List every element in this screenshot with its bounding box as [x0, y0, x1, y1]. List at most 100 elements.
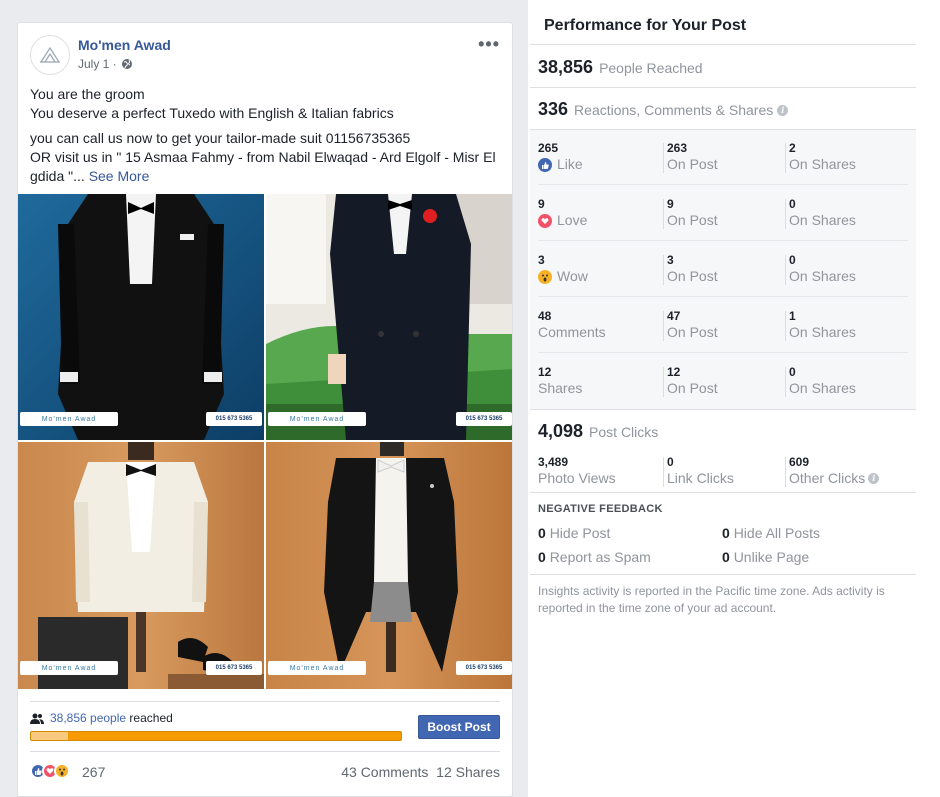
photo-phone-badge: 015 673 5365	[456, 412, 512, 426]
breakdown-row-comments: 48 Comments 47 On Post 1 On Shares	[538, 297, 908, 353]
panel-title: Performance for Your Post	[544, 17, 747, 34]
post-photo-1[interactable]: Mo'men Awad 015 673 5365	[18, 194, 264, 440]
post-date[interactable]: July 1 ·	[78, 57, 117, 71]
reach-progress-organic	[31, 732, 68, 740]
breakdown-total: 48 Comments	[538, 309, 606, 341]
photo-watermark: Mo'men Awad	[268, 661, 366, 675]
on-post-label: On Post	[667, 156, 718, 172]
wow-icon	[538, 269, 552, 284]
breakdown-total-number: 9	[538, 197, 545, 211]
brand-logo-icon	[39, 46, 61, 63]
engagement-label-wrap: Reactions, Comments & Shares i	[574, 102, 789, 118]
other-clicks: 609 Other Clicks i	[789, 455, 880, 487]
breakdown-label: Wow	[557, 268, 588, 284]
breakdown-on-post: 9 On Post	[667, 197, 718, 229]
comments-shares: 43 Comments 12 Shares	[341, 764, 500, 780]
breakdown-label-wrap: Wow	[538, 268, 588, 285]
comments-count-link[interactable]: 43 Comments	[341, 764, 428, 780]
breakdown-label-wrap: Like	[538, 156, 583, 173]
post-footer: 267 43 Comments 12 Shares	[30, 763, 500, 783]
on-post-number: 263	[667, 141, 688, 155]
love-icon	[538, 213, 552, 228]
breakdown-on-shares: 2 On Shares	[789, 141, 856, 173]
people-reached-link[interactable]: 38,856 people	[50, 711, 126, 725]
people-icon	[30, 713, 44, 724]
post-photo-3[interactable]: Mo'men Awad 015 673 5365	[18, 442, 264, 689]
reaction-count[interactable]: 267	[82, 764, 105, 780]
insights-footnote: Insights activity is reported in the Pac…	[538, 584, 885, 615]
boost-post-button[interactable]: Boost Post	[418, 715, 500, 739]
post-meta: July 1 ·	[78, 57, 133, 71]
hide-all-number: 0	[722, 525, 730, 541]
on-shares-number: 0	[789, 253, 796, 267]
clicks-breakdown: 3,489 Photo Views 0 Link Clicks 609 Othe…	[538, 455, 908, 491]
breakdown-label: Shares	[538, 380, 583, 396]
page-avatar[interactable]	[30, 35, 70, 75]
breakdown-label: Love	[557, 212, 588, 228]
column-separator	[663, 457, 664, 487]
divider	[30, 701, 500, 702]
on-shares-label: On Shares	[789, 380, 856, 396]
reactions-breakdown: 265 Like 263 On Post 2 On Shares 9 Love …	[530, 129, 916, 409]
post-text: You are the groom You deserve a perfect …	[30, 85, 500, 192]
on-post-number: 47	[667, 309, 681, 323]
unlike-label: Unlike Page	[733, 549, 810, 565]
tuxedo-photo-image	[18, 442, 264, 689]
performance-panel: Performance for Your Post 38,856 People …	[530, 0, 916, 797]
post-header: Mo'men Awad July 1 · •••	[30, 35, 500, 79]
post-text-line: you can call us now to get your tailor-m…	[30, 130, 411, 146]
divider	[530, 87, 916, 88]
photo-views-number: 3,489	[538, 455, 569, 469]
info-icon[interactable]: i	[868, 473, 880, 484]
info-icon[interactable]: i	[777, 104, 789, 116]
on-shares-number: 0	[789, 365, 796, 379]
hide-post-number: 0	[538, 525, 546, 541]
on-shares-label: On Shares	[789, 212, 856, 228]
breakdown-total-number: 265	[538, 141, 559, 155]
photo-views-label: Photo Views	[538, 470, 616, 486]
post-photo-2[interactable]: Mo'men Awad 015 673 5365	[266, 194, 512, 440]
hide-post-label: Hide Post	[549, 525, 611, 541]
spam-label: Report as Spam	[549, 549, 651, 565]
breakdown-total-number: 3	[538, 253, 545, 267]
shares-count-link[interactable]: 12 Shares	[436, 764, 500, 780]
column-separator	[785, 367, 786, 397]
author-name[interactable]: Mo'men Awad	[78, 37, 171, 53]
photo-watermark: Mo'men Awad	[268, 412, 366, 426]
reaction-icons[interactable]	[30, 763, 70, 779]
photo-phone-badge: 015 673 5365	[206, 412, 262, 426]
breakdown-on-shares: 0 On Shares	[789, 365, 856, 397]
photo-watermark: Mo'men Awad	[20, 412, 118, 426]
negative-feedback-title: NEGATIVE FEEDBACK	[538, 503, 663, 515]
breakdown-row-love: 9 Love 9 On Post 0 On Shares	[538, 185, 908, 241]
breakdown-on-shares: 1 On Shares	[789, 309, 856, 341]
reach-summary: 38,856 people reached	[30, 711, 173, 725]
on-post-number: 3	[667, 253, 674, 267]
photo-grid: Mo'men Awad 015 673 5365 Mo'men Awad 015…	[18, 194, 512, 689]
see-more-link[interactable]: See More	[89, 168, 150, 184]
on-post-number: 9	[667, 197, 674, 211]
post-clicks-stat: 4,098 Post Clicks	[538, 421, 658, 442]
on-shares-number: 0	[789, 197, 796, 211]
breakdown-total: 9 Love	[538, 197, 587, 229]
engagement-number: 336	[538, 99, 569, 119]
breakdown-on-post: 12 On Post	[667, 365, 718, 397]
unlike-page-stat: 0 Unlike Page	[722, 549, 809, 565]
post-photo-4[interactable]: Mo'men Awad 015 673 5365	[266, 442, 512, 689]
photo-phone-badge: 015 673 5365	[456, 661, 512, 675]
reached-suffix: reached	[129, 711, 173, 725]
column-separator	[785, 457, 786, 487]
on-shares-label: On Shares	[789, 268, 856, 284]
people-reached-label: People Reached	[599, 60, 703, 76]
link-clicks-label: Link Clicks	[667, 470, 734, 486]
wow-icon	[54, 763, 70, 779]
breakdown-on-post: 263 On Post	[667, 141, 718, 173]
column-separator	[663, 311, 664, 341]
breakdown-on-post: 3 On Post	[667, 253, 718, 285]
globe-icon[interactable]	[121, 58, 133, 70]
column-separator	[785, 199, 786, 229]
engagement-label: Reactions, Comments & Shares	[574, 102, 774, 118]
like-icon	[538, 157, 552, 172]
more-options-icon[interactable]: •••	[478, 35, 500, 53]
column-separator	[785, 143, 786, 173]
